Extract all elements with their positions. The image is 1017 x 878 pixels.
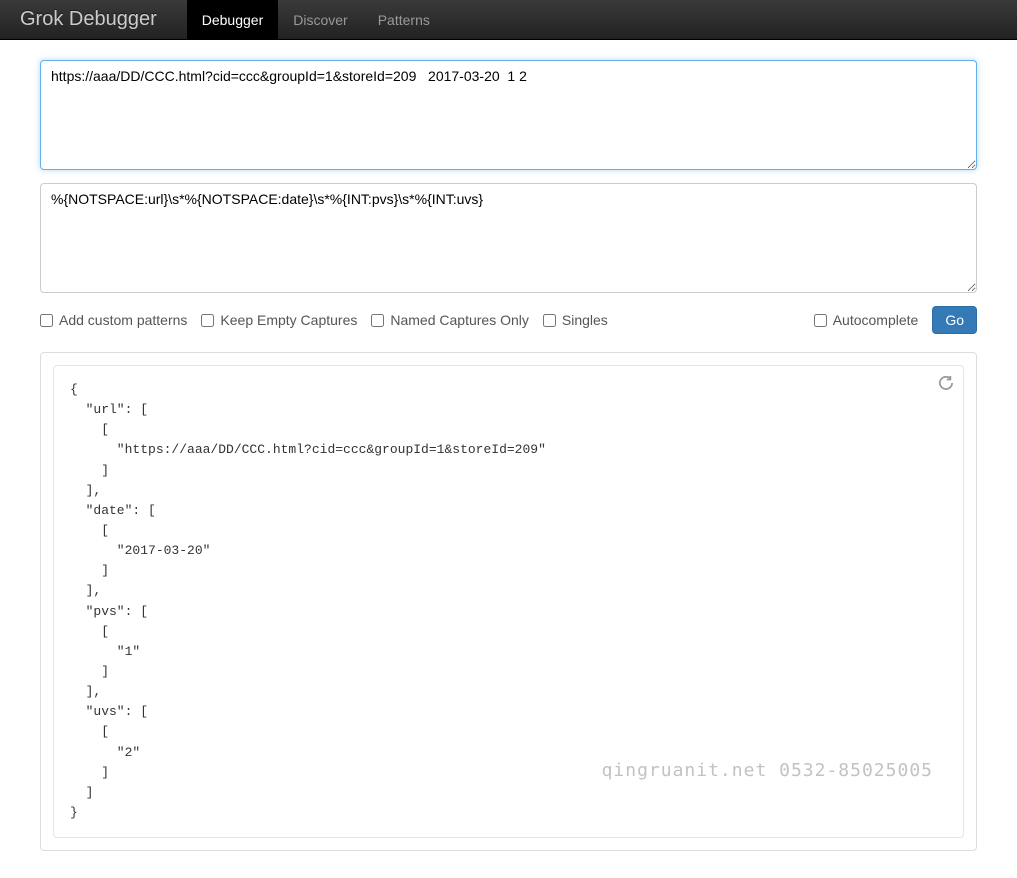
pattern-input[interactable]	[40, 183, 977, 293]
result-inner: { "url": [ [ "https://aaa/DD/CCC.html?ci…	[53, 365, 964, 838]
option-singles[interactable]: Singles	[543, 312, 608, 328]
top-navbar: Grok Debugger Debugger Discover Patterns	[0, 0, 1017, 40]
sample-input[interactable]	[40, 60, 977, 170]
checkbox-named-captures-only[interactable]	[371, 314, 384, 327]
options-row: Add custom patterns Keep Empty Captures …	[40, 306, 977, 334]
result-json: { "url": [ [ "https://aaa/DD/CCC.html?ci…	[70, 380, 947, 823]
pattern-input-wrap	[40, 183, 977, 296]
sample-input-wrap	[40, 60, 977, 173]
nav-tab-debugger[interactable]: Debugger	[187, 0, 279, 40]
label-autocomplete: Autocomplete	[833, 312, 919, 328]
option-add-custom-patterns[interactable]: Add custom patterns	[40, 312, 187, 328]
label-singles: Singles	[562, 312, 608, 328]
checkbox-autocomplete[interactable]	[814, 314, 827, 327]
option-named-captures-only[interactable]: Named Captures Only	[371, 312, 529, 328]
option-autocomplete[interactable]: Autocomplete	[814, 312, 919, 328]
brand-title: Grok Debugger	[20, 8, 157, 31]
label-keep-empty-captures: Keep Empty Captures	[220, 312, 357, 328]
option-keep-empty-captures[interactable]: Keep Empty Captures	[201, 312, 357, 328]
label-named-captures-only: Named Captures Only	[390, 312, 529, 328]
checkbox-keep-empty-captures[interactable]	[201, 314, 214, 327]
label-add-custom-patterns: Add custom patterns	[59, 312, 187, 328]
go-button[interactable]: Go	[932, 306, 977, 334]
result-panel: { "url": [ [ "https://aaa/DD/CCC.html?ci…	[40, 352, 977, 851]
nav-tab-discover[interactable]: Discover	[278, 0, 362, 40]
checkbox-singles[interactable]	[543, 314, 556, 327]
checkbox-add-custom-patterns[interactable]	[40, 314, 53, 327]
refresh-icon[interactable]	[939, 376, 953, 393]
nav-tab-patterns[interactable]: Patterns	[363, 0, 445, 40]
main-container: Add custom patterns Keep Empty Captures …	[0, 40, 1017, 871]
